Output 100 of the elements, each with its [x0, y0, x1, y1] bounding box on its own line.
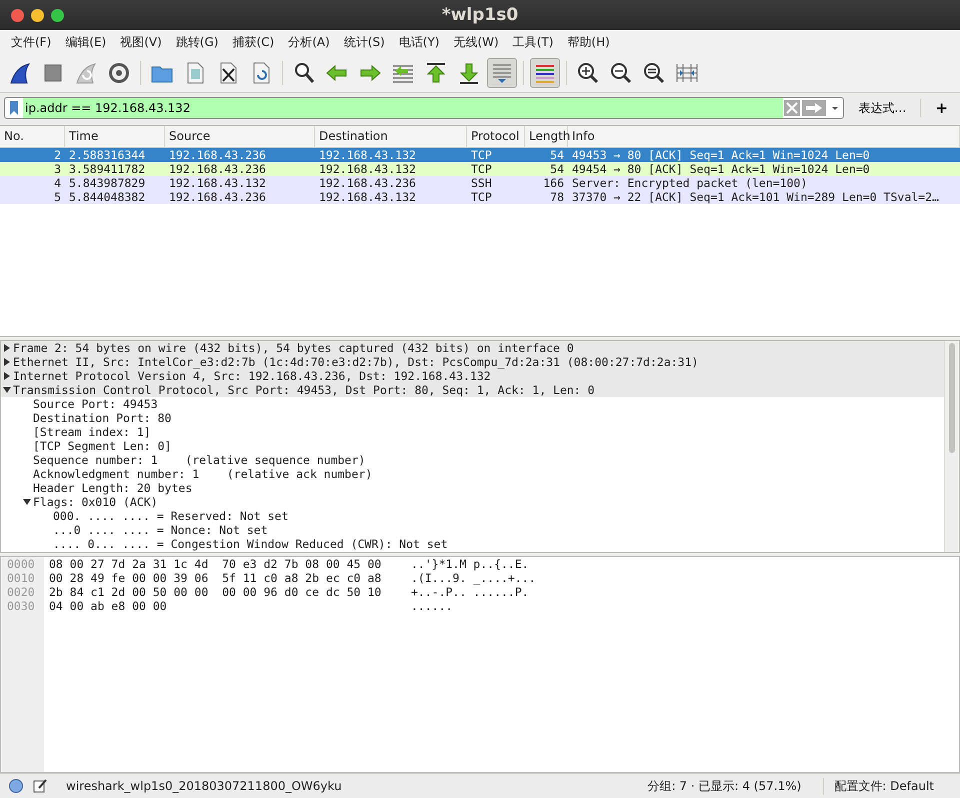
window-title: *wlp1s0 — [442, 5, 518, 25]
add-filter-button[interactable]: + — [927, 99, 956, 117]
tree-row[interactable]: Header Length: 20 bytes — [1, 481, 944, 495]
column-header[interactable]: Info — [568, 126, 960, 147]
menu-item[interactable]: 编辑(E) — [58, 34, 114, 50]
edit-comment-icon[interactable] — [32, 778, 48, 794]
tree-row-text: [TCP Segment Len: 0] — [33, 439, 172, 453]
table-cell-text: 192.168.43.132 — [168, 176, 267, 190]
minimize-window-icon[interactable] — [31, 8, 44, 22]
table-cell-text: 5.843987829 — [68, 176, 146, 190]
ascii-bytes: ...... — [411, 599, 454, 613]
bookmark-icon[interactable] — [9, 100, 19, 116]
expression-button[interactable]: 表达式… — [850, 100, 914, 116]
hex-bytes: 04 00 ab e8 00 00 — [49, 599, 168, 613]
table-cell-text: 49454 → 80 [ACK] Seq=1 Ack=1 Win=1024 Len=0 — [571, 162, 871, 176]
tree-row-text: [Stream index: 1] — [33, 425, 151, 439]
packet-count: 分组: 7 · 已显示: 4 (57.1%) — [648, 778, 802, 794]
table-cell-text: 5.844048382 — [68, 190, 146, 204]
table-cell-text: 54 — [549, 148, 565, 162]
tree-row[interactable]: .... 0... .... = Congestion Window Reduced (CWR): Not set — [1, 537, 944, 551]
column-header[interactable]: Time — [65, 126, 165, 147]
expanded-arrow-icon[interactable] — [1, 385, 13, 395]
packet-row[interactable]: 4 5.843987829 192.168.43.132 192.168.43.236 SSH 166 Server: Encrypted packet (len=100) — [0, 176, 960, 190]
zoom-reset-icon — [642, 61, 666, 85]
zoom-out-icon — [609, 61, 633, 85]
table-cell-text: 192.168.43.236 — [168, 162, 267, 176]
table-cell-text: 3.589411782 — [68, 162, 146, 176]
shark-fin-icon — [8, 61, 32, 85]
table-cell-text: 192.168.43.132 — [318, 162, 417, 176]
tree-row[interactable]: Frame 2: 54 bytes on wire (432 bits), 54 bytes captured (432 bits) on interface 0 — [1, 341, 944, 355]
tree-row[interactable]: Flags: 0x010 (ACK) — [1, 495, 944, 509]
menu-item[interactable]: 跳转(G) — [168, 34, 226, 50]
first-packet-icon — [424, 61, 448, 85]
tree-row-text: Transmission Control Protocol, Src Port: 49453, Dst Port: 80, Seq: 1, Ack: 1, Len: 0 — [13, 383, 595, 397]
table-cell-text: 192.168.43.236 — [318, 176, 417, 190]
display-filter-field[interactable]: ip.addr == 192.168.43.132 — [4, 97, 844, 119]
search-icon — [292, 61, 316, 85]
tree-row-text: Ethernet II, Src: IntelCor_e3:d2:7b (1c:4d:70:e3:d2:7b), Dst: PcsCompu_7d:2a:31 (08:00:27:7d:2a:31) — [13, 355, 698, 369]
tree-row[interactable]: [Stream index: 1] — [1, 425, 944, 439]
table-cell-text: 192.168.43.132 — [318, 148, 417, 162]
menu-item[interactable]: 视图(V) — [113, 34, 169, 50]
tree-row-text: Source Port: 49453 — [33, 397, 158, 411]
menu-item[interactable]: 帮助(H) — [560, 34, 617, 50]
maximize-window-icon[interactable] — [51, 8, 64, 22]
byte-offset: 0010 — [6, 571, 36, 585]
restart-icon — [74, 61, 98, 85]
table-cell-text: 192.168.43.236 — [168, 190, 267, 204]
column-header[interactable]: Protocol — [467, 126, 525, 147]
table-cell-text: 49453 → 80 [ACK] Seq=1 Ack=1 Win=1024 Len=0 — [571, 148, 871, 162]
tree-row-text: Header Length: 20 bytes — [33, 481, 192, 495]
tree-row[interactable]: Transmission Control Protocol, Src Port: 49453, Dst Port: 80, Seq: 1, Ack: 1, Len: 0 — [1, 383, 944, 397]
menu-item[interactable]: 文件(F) — [4, 34, 58, 50]
hex-bytes: 2b 84 c1 2d 00 50 00 00 00 00 96 d0 ce dc 50 10 — [49, 585, 382, 599]
expanded-arrow-icon[interactable] — [21, 497, 33, 507]
byte-offset: 0030 — [6, 599, 36, 613]
packet-row[interactable]: 3 3.589411782 192.168.43.236 192.168.43.132 TCP 54 49454 → 80 [ACK] Seq=1 Ack=1 Win=1024 Len=0 — [0, 162, 960, 176]
tree-row-text: Acknowledgment number: 1 (relative ack number) — [33, 467, 372, 481]
table-cell-text: 78 — [549, 190, 565, 204]
table-cell-text: TCP — [470, 162, 493, 176]
ascii-bytes: +..-.P.. ......P. — [411, 585, 530, 599]
menu-item[interactable]: 捕获(C) — [225, 34, 282, 50]
tree-row[interactable]: Destination Port: 80 — [1, 411, 944, 425]
packet-row[interactable]: 5 5.844048382 192.168.43.236 192.168.43.132 TCP 78 37370 → 22 [ACK] Seq=1 Ack=101 Win=289 Len=0 TSval=2… — [0, 190, 960, 204]
tree-row[interactable]: Ethernet II, Src: IntelCor_e3:d2:7b (1c:4d:70:e3:d2:7b), Dst: PcsCompu_7d:2a:31 (08:00:27:7d:2a:31) — [1, 355, 944, 369]
scrollbar-thumb[interactable] — [949, 343, 955, 453]
profile-label[interactable]: 配置文件: Default — [823, 778, 952, 794]
packet-row[interactable]: 2 2.588316344 192.168.43.236 192.168.43.132 TCP 54 49453 → 80 [ACK] Seq=1 Ack=1 Win=1024 Len=0 — [0, 148, 960, 162]
menu-item[interactable]: 电话(Y) — [392, 34, 446, 50]
table-cell-text: 2 — [53, 148, 62, 162]
column-header[interactable]: Source — [165, 126, 315, 147]
table-cell-text: 2.588316344 — [68, 148, 146, 162]
status-circle-icon[interactable] — [8, 778, 24, 794]
tree-row-text: .... 0... .... = Congestion Window Reduced (CWR): Not set — [53, 537, 448, 551]
tree-row[interactable]: [TCP Segment Len: 0] — [1, 439, 944, 453]
tree-row-text: ...0 .... .... = Nonce: Not set — [53, 523, 268, 537]
tree-row-text: 000. .... .... = Reserved: Not set — [53, 509, 288, 523]
menu-item[interactable]: 工具(T) — [506, 34, 560, 50]
tree-row[interactable]: 000. .... .... = Reserved: Not set — [1, 509, 944, 523]
tree-row-text: Sequence number: 1 (relative sequence number) — [33, 453, 366, 467]
toolbar-button[interactable] — [530, 58, 560, 88]
column-header[interactable]: Destination — [315, 126, 467, 147]
table-cell-text: 4 — [53, 176, 62, 190]
byte-offset: 0020 — [6, 585, 36, 599]
tree-row[interactable]: Acknowledgment number: 1 (relative ack number) — [1, 467, 944, 481]
menu-item[interactable]: 无线(W) — [446, 34, 506, 50]
tree-row[interactable]: Internet Protocol Version 4, Src: 192.168.43.236, Dst: 192.168.43.132 — [1, 369, 944, 383]
column-header[interactable]: Length — [525, 126, 568, 147]
tree-row[interactable]: Sequence number: 1 (relative sequence number) — [1, 453, 944, 467]
menu-item[interactable]: 分析(A) — [281, 34, 337, 50]
table-cell-text: 3 — [53, 162, 62, 176]
table-cell-text: SSH — [470, 176, 493, 190]
menu-item[interactable]: 统计(S) — [336, 34, 392, 50]
tree-row[interactable]: Source Port: 49453 — [1, 397, 944, 411]
capture-file-name: wireshark_wlp1s0_20180307211800_OW6yku — [65, 779, 343, 793]
tree-row[interactable]: ...0 .... .... = Nonce: Not set — [1, 523, 944, 537]
column-header[interactable]: No. — [0, 126, 65, 147]
tree-row-text: Frame 2: 54 bytes on wire (432 bits), 54 bytes captured (432 bits) on interface 0 — [13, 341, 574, 355]
hex-bytes: 00 28 49 fe 00 00 39 06 5f 11 c0 a8 2b ec c0 a8 — [49, 571, 382, 585]
zoom-in-icon — [576, 61, 600, 85]
close-window-icon[interactable] — [11, 8, 24, 22]
